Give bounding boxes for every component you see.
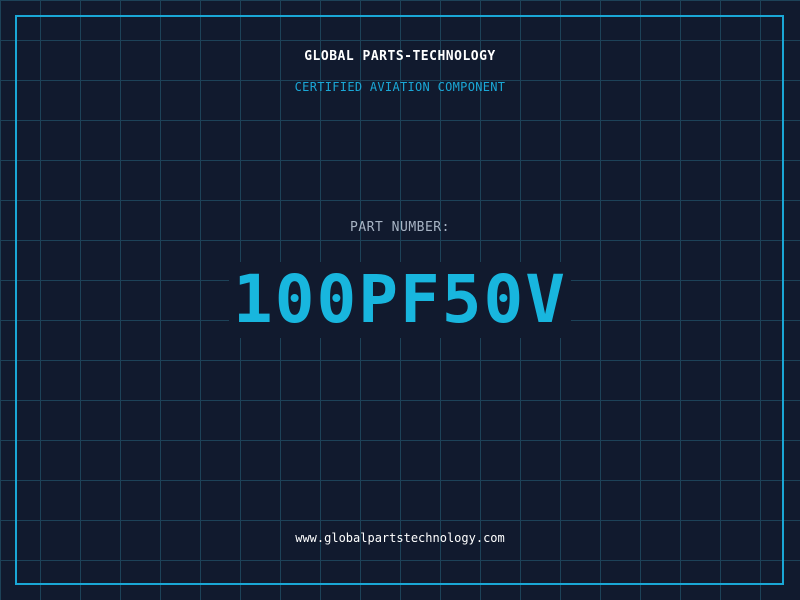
website-url: www.globalpartstechnology.com [295, 531, 505, 545]
part-number-value: 100PF50V [229, 262, 571, 338]
part-number-label: PART NUMBER: [350, 220, 450, 235]
part-number-container: 100PF50V [0, 262, 800, 338]
certification-subtitle: CERTIFIED AVIATION COMPONENT [294, 80, 506, 94]
company-name: GLOBAL PARTS-TECHNOLOGY [304, 49, 496, 64]
